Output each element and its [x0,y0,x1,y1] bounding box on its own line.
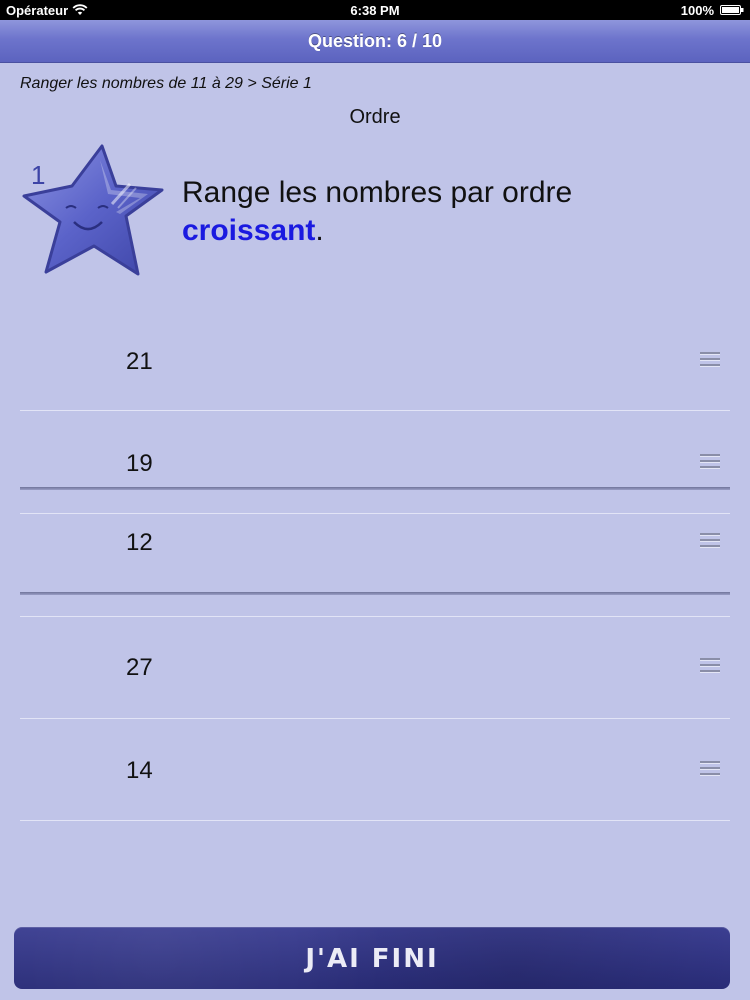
row-separator [20,820,730,821]
list-item-value: 12 [126,529,153,556]
list-item-value: 19 [126,450,153,477]
list-item-value: 14 [126,757,153,784]
done-button-label: J'AI FINI [305,944,439,974]
status-time: 6:38 PM [350,3,400,18]
list-item[interactable]: 12 [20,514,730,592]
navigation-bar: Question: 6 / 10 [0,20,750,63]
drag-handle-icon[interactable] [700,533,720,548]
drag-shadow-divider [20,487,730,490]
drag-handle-icon[interactable] [700,658,720,673]
list-item-value: 27 [126,654,153,681]
battery-percentage: 100% [680,3,714,18]
row-separator [20,718,730,719]
question-progress-title: Question: 6 / 10 [307,31,443,51]
drag-handle-icon[interactable] [700,454,720,469]
list-item[interactable]: 21 [20,332,730,410]
instruction-suffix: . [315,214,324,247]
drag-handle-icon[interactable] [700,761,720,776]
list-item[interactable]: 27 [20,640,730,718]
list-item[interactable]: 19 [20,434,730,488]
breadcrumb: Ranger les nombres de 11 à 29 > Série 1 [20,75,312,92]
battery-icon [720,5,744,15]
status-bar: Opérateur 6:38 PM 100% [0,0,750,20]
list-item[interactable]: 14 [20,742,730,820]
drag-shadow-divider [20,592,730,595]
drag-handle-icon[interactable] [700,352,720,367]
section-title: Ordre [349,106,401,128]
list-item-value: 21 [126,348,153,375]
instruction-main: Range les nombres par ordre [182,176,573,209]
star-number: 1 [31,160,46,190]
done-button[interactable]: J'AI FINI [14,927,730,989]
row-separator [20,410,730,411]
instruction-text: Range les nombres par ordre croissant. [182,174,722,250]
row-separator [20,616,730,617]
instruction-keyword: croissant [182,214,316,247]
